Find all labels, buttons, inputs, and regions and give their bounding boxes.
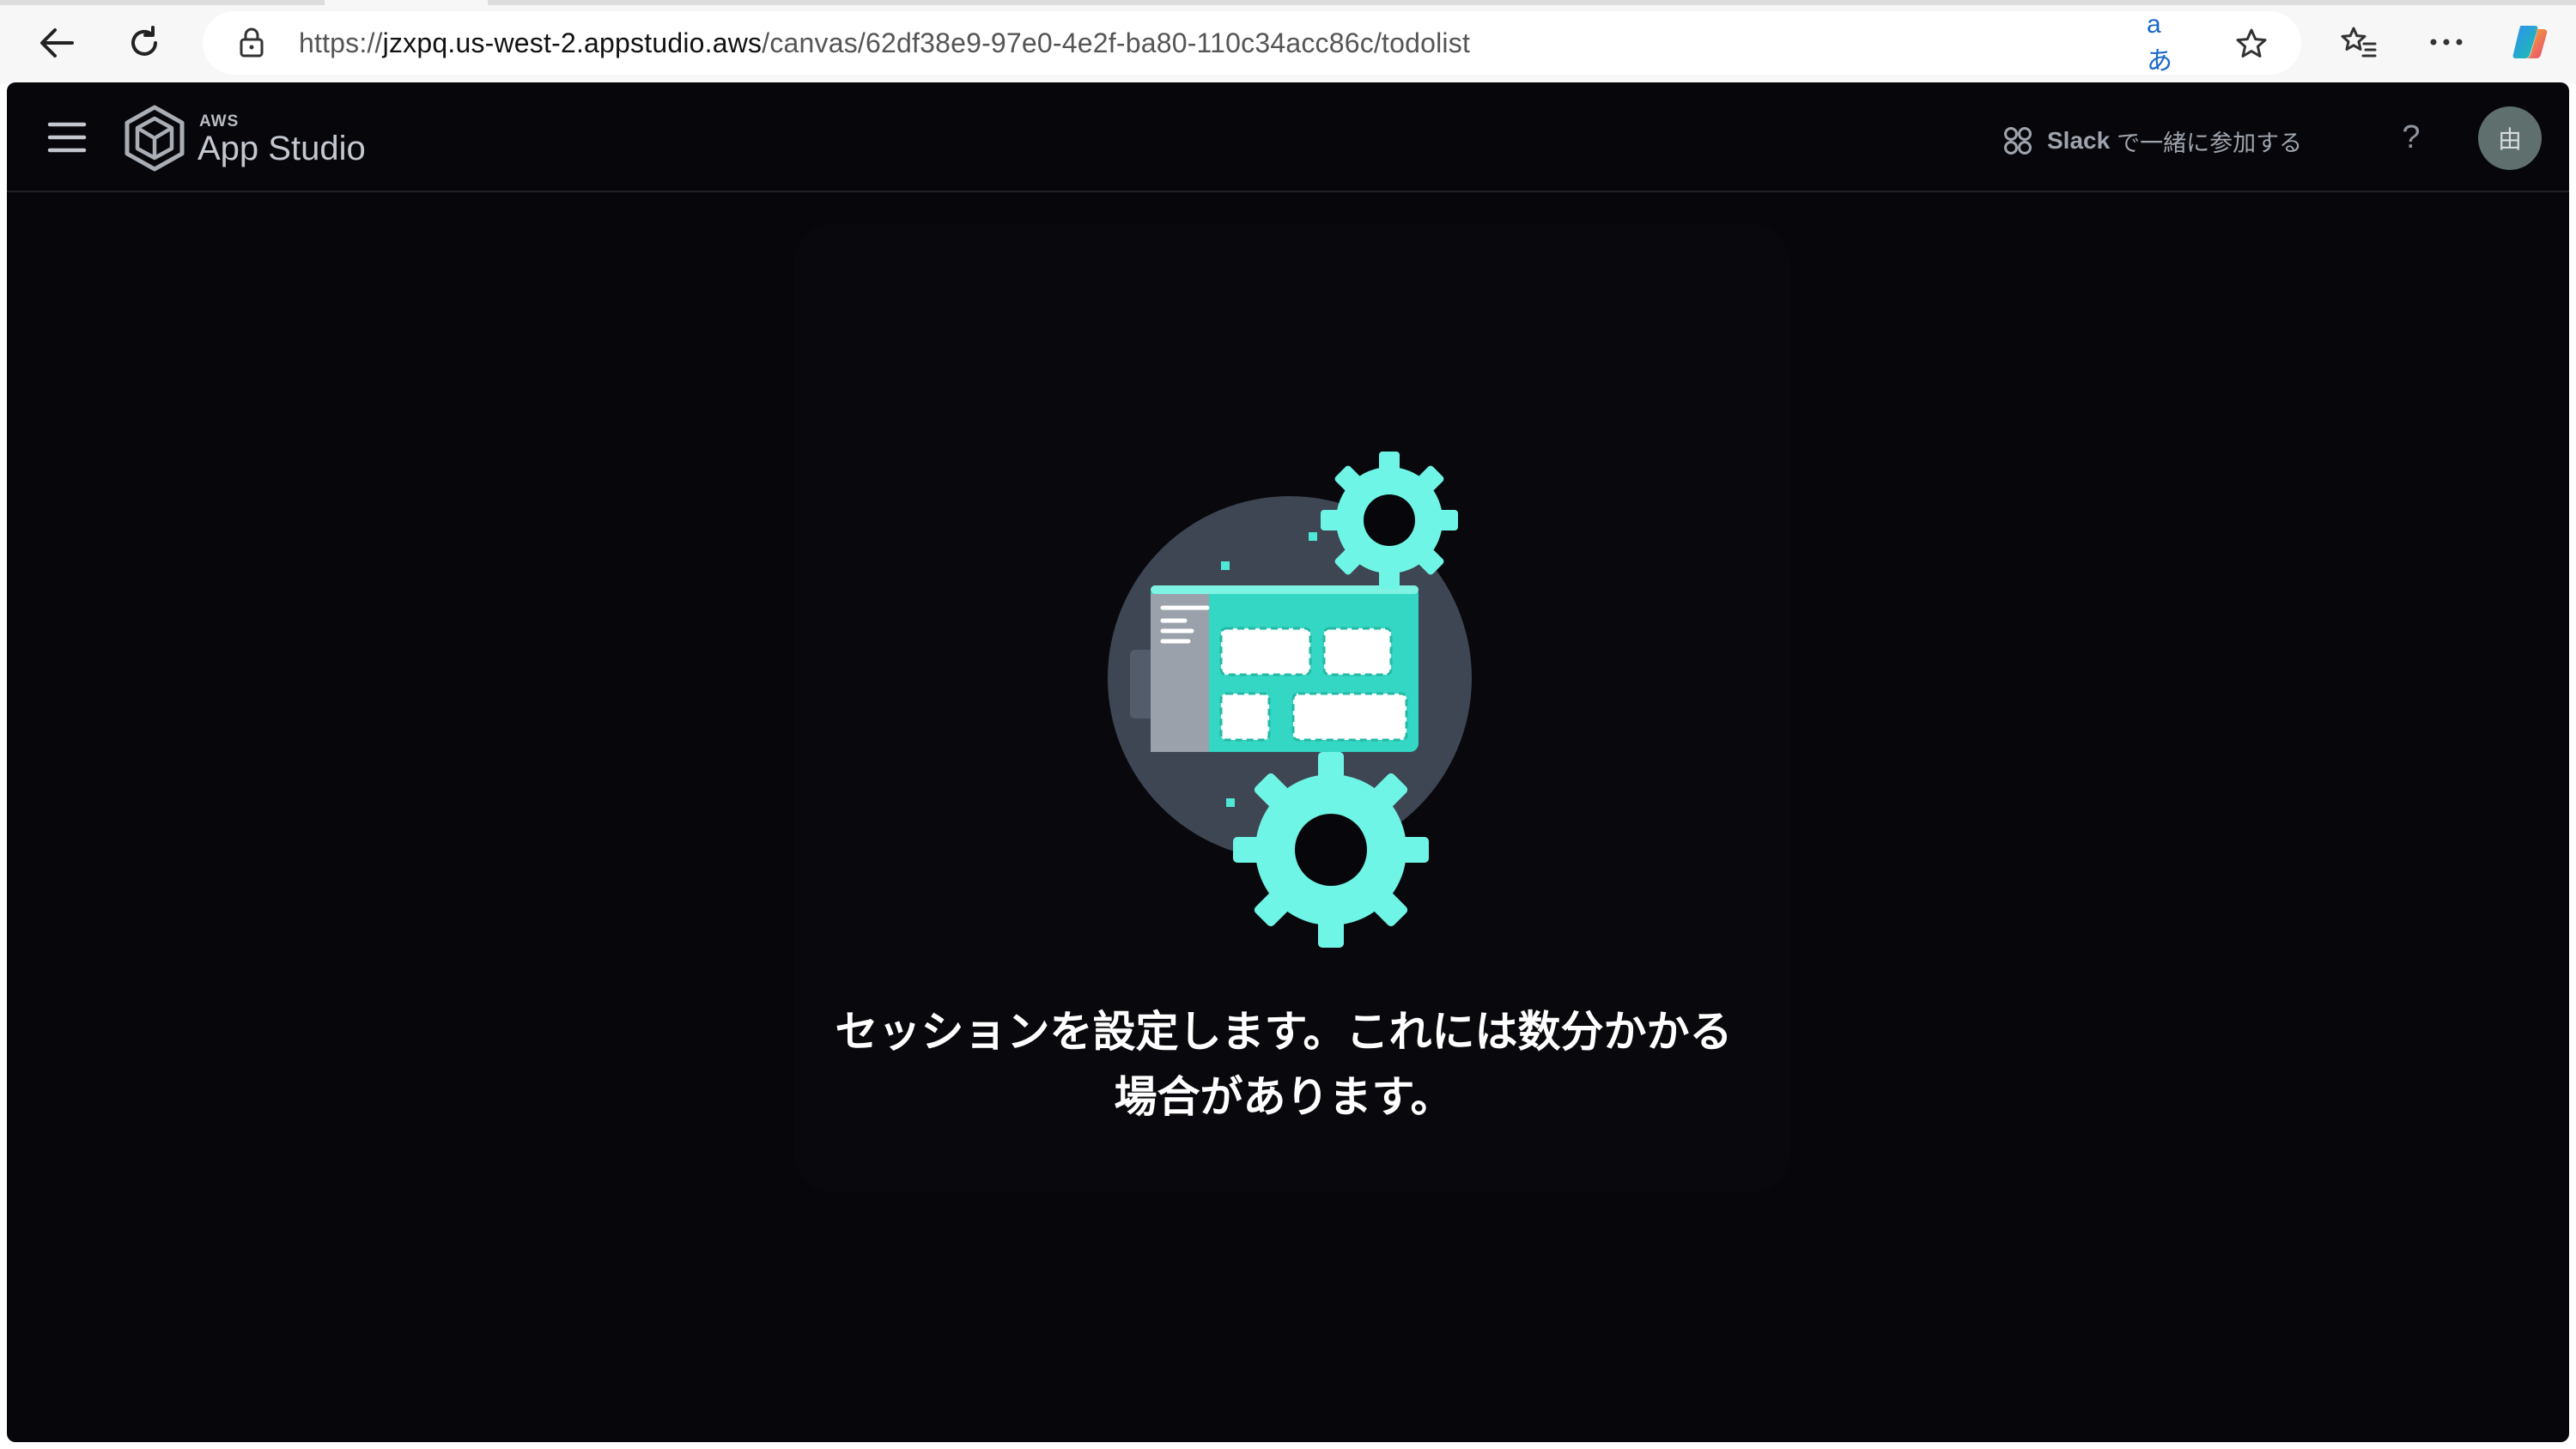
- site-info-icon[interactable]: [235, 27, 268, 59]
- brand-name: App Studio: [197, 130, 366, 167]
- slack-join-label: で一緒に参加する: [2117, 130, 2303, 156]
- loading-message-line1: セッションを設定します。これには数分かかる: [835, 1007, 1733, 1057]
- illustration-window-sidebar: [1151, 594, 1209, 752]
- slack-icon: [2004, 127, 2032, 155]
- loading-message: セッションを設定します。これには数分かかる 場合があります。: [773, 999, 1795, 1130]
- slack-brand-label: Slack: [2047, 127, 2111, 154]
- brand-text: AWS App Studio: [197, 104, 386, 173]
- active-tab-indicator: [325, 0, 488, 5]
- browser-toolbar: https://jzxpq.us-west-2.appstudio.aws/ca…: [0, 0, 2576, 84]
- illustration-content-box: [1219, 692, 1271, 742]
- translate-icon[interactable]: aあ: [2147, 10, 2184, 76]
- illustration-dot: [1309, 532, 1317, 541]
- illustration-gear-large: [1233, 752, 1429, 948]
- help-icon: ?: [2402, 118, 2421, 155]
- help-button[interactable]: ?: [2387, 113, 2435, 161]
- url-prefix: https://: [299, 27, 383, 58]
- back-arrow-icon[interactable]: [29, 17, 84, 69]
- address-bar[interactable]: https://jzxpq.us-west-2.appstudio.aws/ca…: [203, 10, 2301, 76]
- illustration-gear-small: [1321, 452, 1458, 589]
- loading-message-line2: 場合があります。: [1114, 1072, 1454, 1122]
- illustration-content-box: [1291, 692, 1408, 742]
- url-path: /canvas/62df38e9-97e0-4e2f-ba80-110c34ac…: [762, 27, 1471, 58]
- refresh-icon[interactable]: [117, 17, 172, 69]
- url-text[interactable]: https://jzxpq.us-west-2.appstudio.aws/ca…: [299, 11, 1470, 75]
- illustration-dot: [1221, 561, 1230, 570]
- avatar[interactable]: 由: [2478, 106, 2542, 170]
- app-header: AWS App Studio Slack で一緒に参加する ? 由: [7, 82, 2569, 192]
- favorites-icon[interactable]: [2336, 19, 2382, 65]
- app-studio-logo[interactable]: AWS App Studio: [122, 101, 386, 175]
- more-icon[interactable]: [2423, 19, 2470, 65]
- avatar-initial: 由: [2497, 126, 2522, 153]
- slack-join-link[interactable]: Slack で一緒に参加する: [2002, 120, 2302, 161]
- menu-icon[interactable]: [41, 113, 93, 161]
- illustration-content-box: [1219, 627, 1312, 676]
- copilot-icon[interactable]: [2507, 19, 2554, 65]
- session-setup-illustration: [1108, 452, 1472, 948]
- illustration-content-box: [1322, 627, 1393, 676]
- app-studio-logo-icon: [125, 105, 185, 172]
- brand-small-text: AWS: [199, 112, 240, 130]
- star-icon[interactable]: [2233, 25, 2270, 63]
- illustration-dot: [1226, 798, 1235, 807]
- translate-label: aあ: [2147, 10, 2172, 76]
- url-domain: jzxpq.us-west-2.appstudio.aws: [382, 27, 762, 58]
